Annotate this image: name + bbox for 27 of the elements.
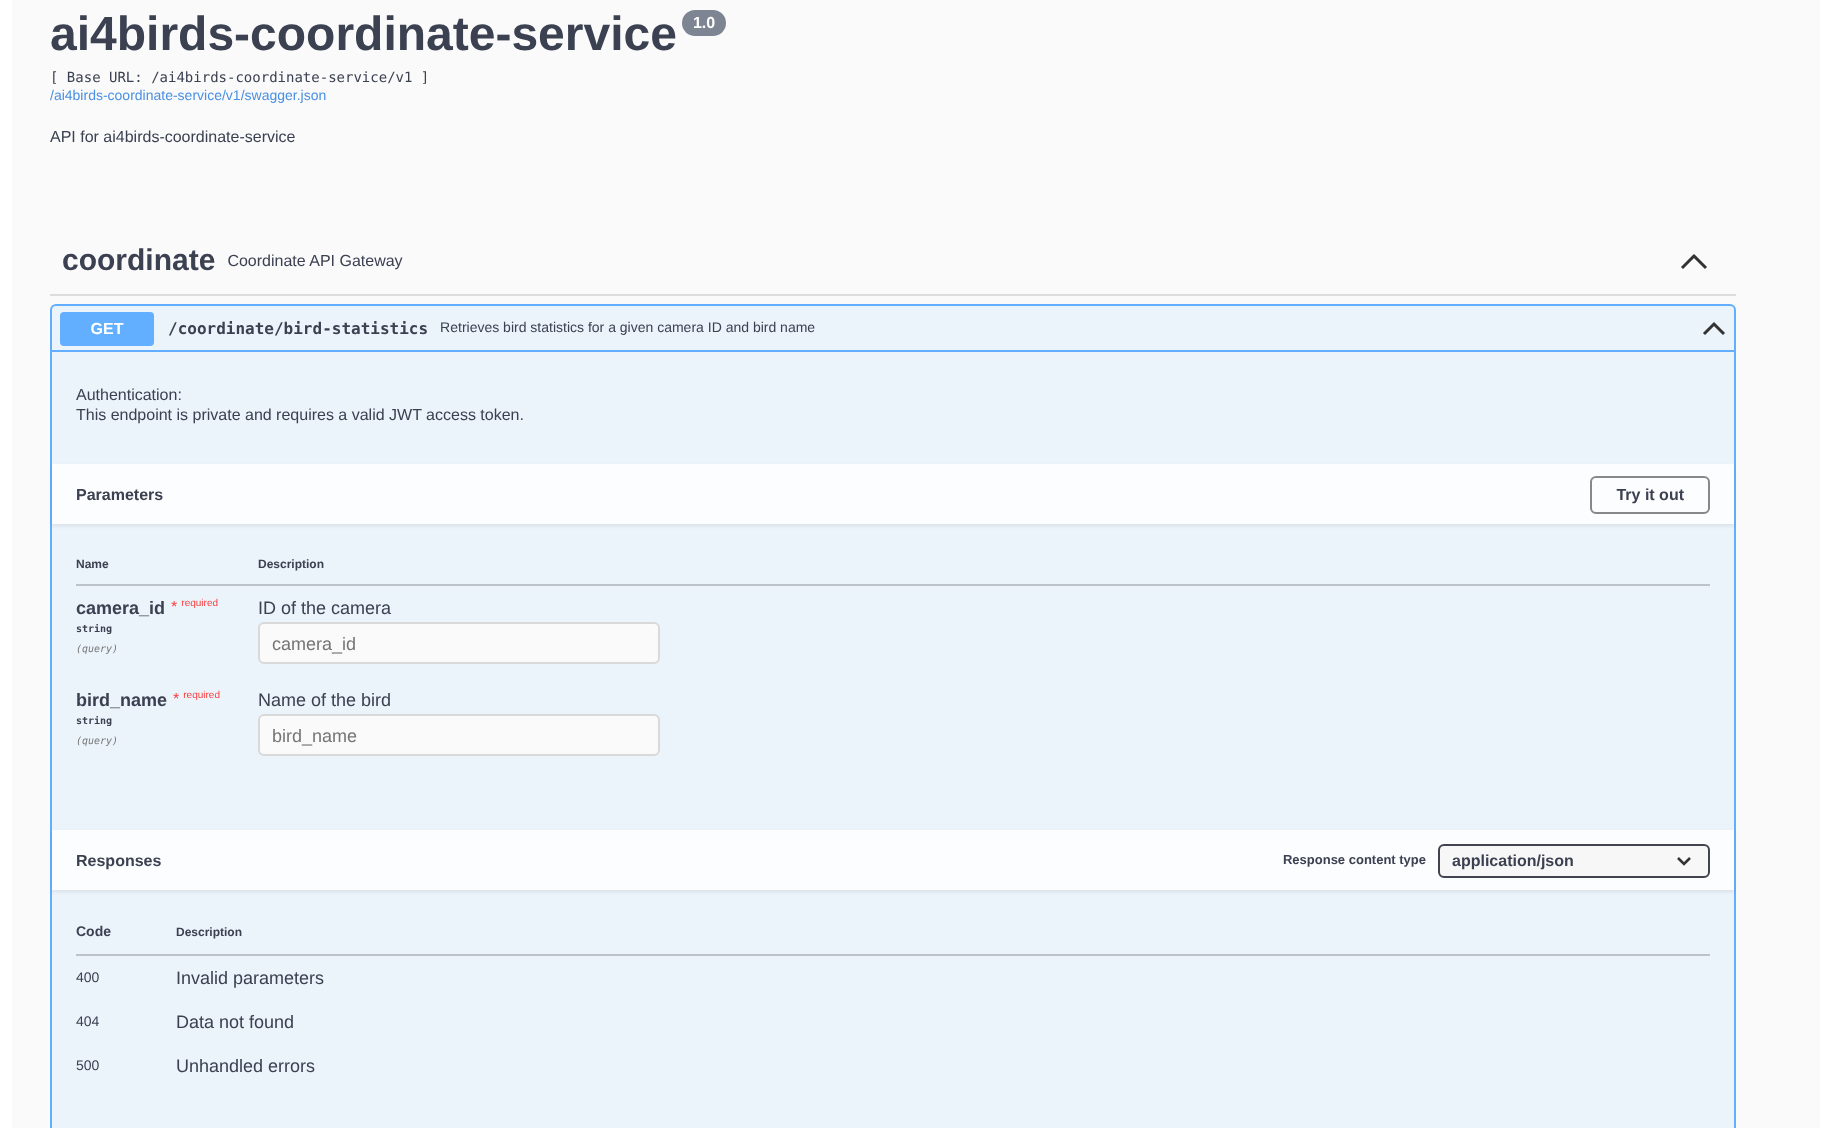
response-description: Data not found [176, 1012, 295, 1032]
auth-text: This endpoint is private and requires a valid JWT access token. [76, 406, 526, 426]
parameter-name: bird_name [76, 690, 168, 710]
responses-title: Responses [76, 851, 162, 869]
parameter-description: ID of the camera [258, 598, 394, 618]
section-description: Coordinate API Gateway [227, 251, 403, 269]
version-badge: 1.0 [682, 10, 726, 36]
content-type-select[interactable]: application/json [1438, 843, 1710, 877]
response-description: Unhandled errors [176, 1056, 316, 1076]
api-description: API for ai4birds-coordinate-service [50, 128, 298, 146]
parameters-title: Parameters [76, 485, 164, 503]
section-name[interactable]: coordinate [62, 243, 216, 277]
auth-title: Authentication: [76, 386, 184, 406]
required-mark: * [171, 598, 178, 616]
method-badge: GET [60, 311, 154, 345]
parameter-name: camera_id [76, 598, 166, 618]
response-description: Invalid parameters [176, 968, 325, 988]
api-title: ai4birds-coordinate-service [50, 8, 677, 64]
caret-icon [1676, 855, 1692, 865]
operation-path[interactable]: /coordinate/bird-statistics [168, 319, 429, 337]
required-mark: * [173, 690, 180, 708]
chevron-icon[interactable] [1680, 251, 1708, 269]
input-field[interactable]: bird_name [258, 714, 660, 756]
input-field[interactable]: camera_id [258, 622, 660, 664]
parameter-description: Name of the bird [258, 690, 394, 710]
chevron-icon[interactable] [1702, 320, 1726, 336]
try-it-out-button[interactable]: Try it out [1590, 475, 1710, 513]
